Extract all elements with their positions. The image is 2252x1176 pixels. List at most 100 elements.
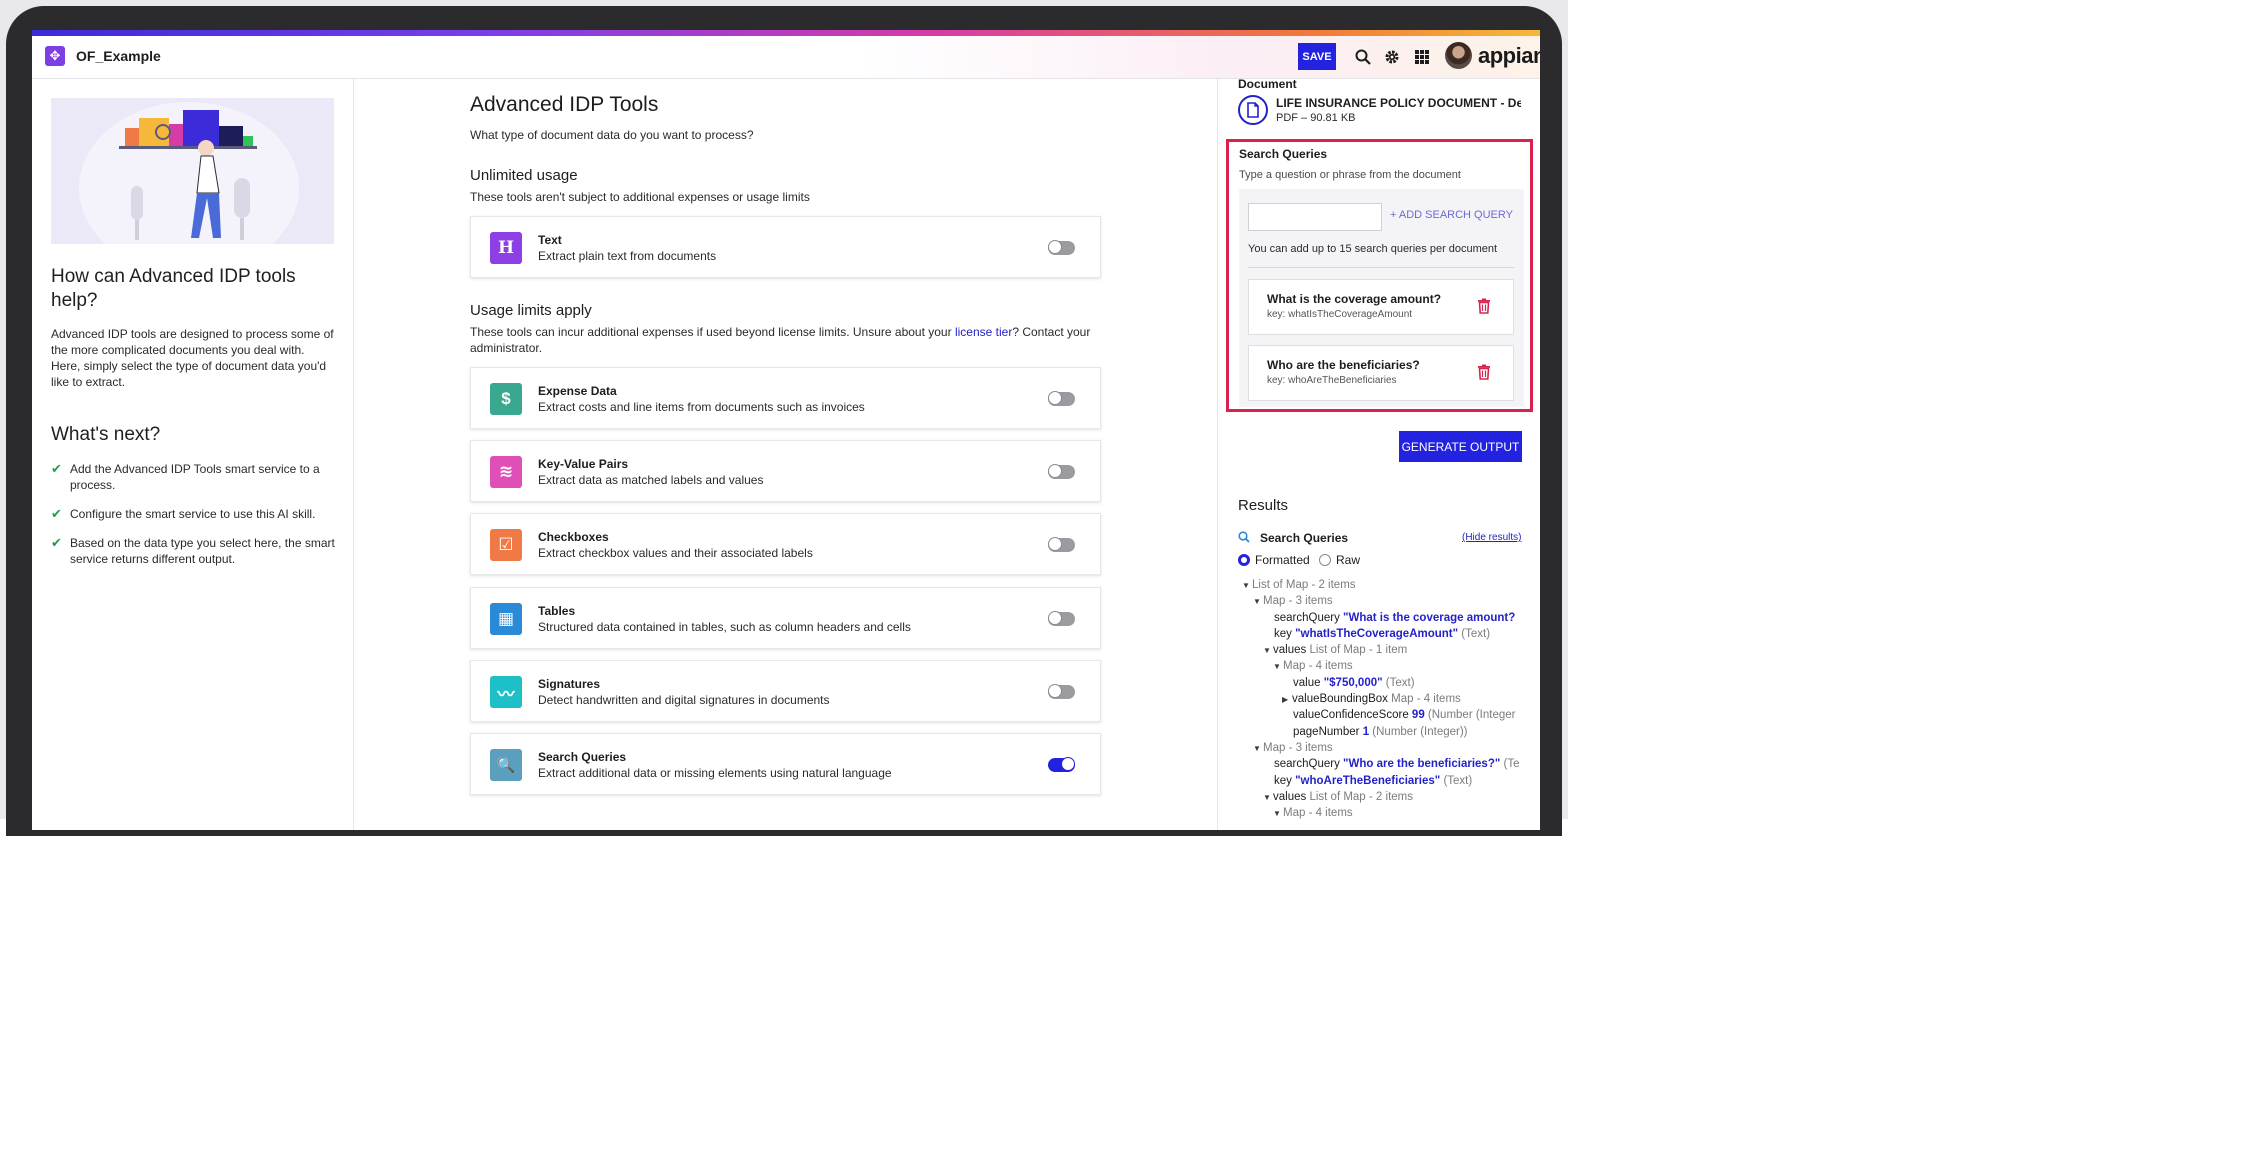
- query-key: key: whatIsTheCoverageAmount: [1267, 309, 1413, 320]
- document-meta: PDF – 90.81 KB: [1276, 112, 1356, 124]
- help-panel: How can Advanced IDP tools help? Advance…: [32, 79, 354, 830]
- search-queries-subtitle: Type a question or phrase from the docum…: [1239, 169, 1461, 181]
- text-toggle[interactable]: [1048, 240, 1075, 255]
- tree-row: pageNumber 1 (Number (Integer)): [1293, 725, 1468, 738]
- tree-row[interactable]: ▼ Map - 3 items: [1238, 593, 1538, 609]
- list-item: ✔ Configure the smart service to use this…: [51, 506, 316, 521]
- app-header: ✥ OF_Example SAVE appian: [32, 36, 1540, 79]
- tool-card-signatures[interactable]: 〰 Signatures Detect handwritten and digi…: [470, 660, 1101, 722]
- tree-row[interactable]: ▼ values List of Map - 1 item: [1238, 642, 1538, 658]
- tree-row[interactable]: ▼ Map - 4 items: [1238, 658, 1538, 674]
- dollar-icon: $: [490, 383, 522, 415]
- document-label: Document: [1238, 77, 1297, 91]
- next-steps-list: ✔ Add the Advanced IDP Tools smart servic…: [51, 461, 336, 580]
- caret-down-icon[interactable]: ▼: [1253, 741, 1263, 757]
- tool-card-tables[interactable]: ▦ Tables Structured data contained in ta…: [470, 587, 1101, 649]
- query-key: key: whoAreTheBeneficiaries: [1267, 375, 1397, 386]
- tools-panel: Advanced IDP Tools What type of document…: [354, 79, 1217, 830]
- list-item: ✔ Based on the data type you select here,…: [51, 535, 335, 566]
- tree-row: searchQuery "What is the coverage amount…: [1274, 611, 1516, 624]
- table-icon: ▦: [490, 603, 522, 635]
- tree-row: value "$750,000" (Text): [1293, 676, 1415, 689]
- tree-row: searchQuery "Who are the beneficiaries?"…: [1274, 758, 1520, 771]
- tree-row[interactable]: ▶ valueBoundingBox Map - 4 items: [1238, 691, 1538, 707]
- signature-icon: 〰: [490, 676, 522, 708]
- tree-row[interactable]: ▼ List of Map - 2 items: [1238, 577, 1538, 593]
- tool-description: Extract data as matched labels and value…: [538, 473, 764, 487]
- tree-row[interactable]: ▼ Map - 3 items: [1238, 740, 1538, 756]
- user-avatar[interactable]: [1445, 42, 1472, 69]
- hide-results-link[interactable]: (Hide results): [1462, 532, 1521, 543]
- search-query-limit-note: You can add up to 15 search queries per …: [1248, 243, 1498, 255]
- add-search-query-button[interactable]: + ADD SEARCH QUERY: [1390, 209, 1513, 221]
- query-card: What is the coverage amount? key: whatIs…: [1248, 279, 1514, 335]
- tool-name: Tables: [538, 604, 576, 618]
- caret-down-icon[interactable]: ▼: [1263, 790, 1273, 806]
- checkbox-icon: ☑: [490, 529, 522, 561]
- tool-description: Detect handwritten and digital signature…: [538, 693, 830, 707]
- signatures-toggle[interactable]: [1048, 684, 1075, 699]
- tool-name: Signatures: [538, 677, 601, 691]
- formatted-radio[interactable]: [1238, 554, 1250, 566]
- search-icon[interactable]: [1353, 47, 1373, 67]
- caret-down-icon[interactable]: ▼: [1273, 659, 1283, 675]
- tool-card-key-value-pairs[interactable]: ≋ Key-Value Pairs Extract data as matche…: [470, 440, 1101, 502]
- tree-row[interactable]: ▼ values List of Map - 2 items: [1238, 789, 1538, 805]
- tables-toggle[interactable]: [1048, 611, 1075, 626]
- expense-data-toggle[interactable]: [1048, 391, 1075, 406]
- key-value-pairs-toggle[interactable]: [1048, 464, 1075, 479]
- generate-output-button[interactable]: GENERATE OUTPUT: [1399, 431, 1522, 462]
- magnifier-icon: 🔍: [490, 749, 522, 781]
- search-query-input[interactable]: [1248, 203, 1382, 231]
- tool-description: Extract checkbox values and their associ…: [538, 546, 813, 560]
- save-button[interactable]: SAVE: [1298, 43, 1336, 70]
- checkboxes-toggle[interactable]: [1048, 537, 1075, 552]
- tool-card-search-queries[interactable]: 🔍 Search Queries Extract additional data…: [470, 733, 1101, 795]
- brand-logo: appian: [1478, 43, 1540, 68]
- tree-row: valueConfidenceScore 99 (Number (Integer: [1293, 709, 1516, 722]
- caret-down-icon[interactable]: ▼: [1273, 806, 1283, 822]
- tree-row[interactable]: ▼ Map - 4 items: [1238, 805, 1538, 821]
- search-queries-toggle[interactable]: [1048, 757, 1075, 772]
- search-icon: [1238, 531, 1250, 546]
- document-icon: [1238, 95, 1268, 125]
- trash-icon[interactable]: [1477, 298, 1491, 314]
- search-queries-title: Search Queries: [1239, 147, 1328, 161]
- tool-name: Text: [538, 233, 562, 247]
- caret-down-icon[interactable]: ▼: [1242, 578, 1252, 594]
- raw-radio-label: Raw: [1336, 553, 1361, 567]
- tool-description: Extract costs and line items from docume…: [538, 400, 865, 414]
- license-tier-link[interactable]: license tier: [955, 325, 1012, 339]
- results-title: Results: [1238, 497, 1289, 514]
- tool-name: Expense Data: [538, 384, 617, 398]
- apps-grid-icon[interactable]: [1412, 47, 1432, 67]
- caret-down-icon[interactable]: ▼: [1263, 643, 1273, 659]
- caret-down-icon[interactable]: ▼: [1253, 594, 1263, 610]
- tool-card-expense-data[interactable]: $ Expense Data Extract costs and line it…: [470, 367, 1101, 429]
- unlimited-description: These tools aren't subject to additional…: [470, 190, 810, 204]
- app-logo-icon[interactable]: ✥: [45, 46, 65, 66]
- page-subtitle: What type of document data do you want t…: [470, 128, 754, 142]
- hero-illustration: [51, 98, 334, 244]
- query-text: What is the coverage amount?: [1267, 292, 1442, 306]
- tree-row: key "whoAreTheBeneficiaries" (Text): [1274, 774, 1473, 787]
- query-text: Who are the beneficiaries?: [1267, 358, 1420, 372]
- results-tree: ▼ List of Map - 2 items ▼ Map - 3 items se…: [1238, 577, 1538, 821]
- check-icon: ✔: [51, 535, 62, 550]
- trash-icon[interactable]: [1477, 364, 1491, 380]
- app-title: OF_Example: [76, 48, 161, 64]
- whats-next-title: What's next?: [51, 424, 161, 445]
- layers-icon: ≋: [490, 456, 522, 488]
- app-screen: ✥ OF_Example SAVE appian How can Advance…: [32, 30, 1540, 830]
- raw-radio[interactable]: [1319, 554, 1331, 566]
- caret-right-icon[interactable]: ▶: [1282, 692, 1292, 708]
- document-name[interactable]: LIFE INSURANCE POLICY DOCUMENT - De...: [1276, 96, 1521, 110]
- results-search-queries-label: Search Queries: [1260, 531, 1349, 545]
- page-title: Advanced IDP Tools: [470, 93, 659, 116]
- tree-row: key "whatIsTheCoverageAmount" (Text): [1274, 627, 1491, 640]
- list-item: ✔ Add the Advanced IDP Tools smart servic…: [51, 461, 320, 492]
- tool-card-text[interactable]: H Text Extract plain text from documents: [470, 216, 1101, 278]
- query-card: Who are the beneficiaries? key: whoAreTh…: [1248, 345, 1514, 401]
- tool-card-checkboxes[interactable]: ☑ Checkboxes Extract checkbox values and…: [470, 513, 1101, 575]
- gear-icon[interactable]: [1382, 47, 1402, 67]
